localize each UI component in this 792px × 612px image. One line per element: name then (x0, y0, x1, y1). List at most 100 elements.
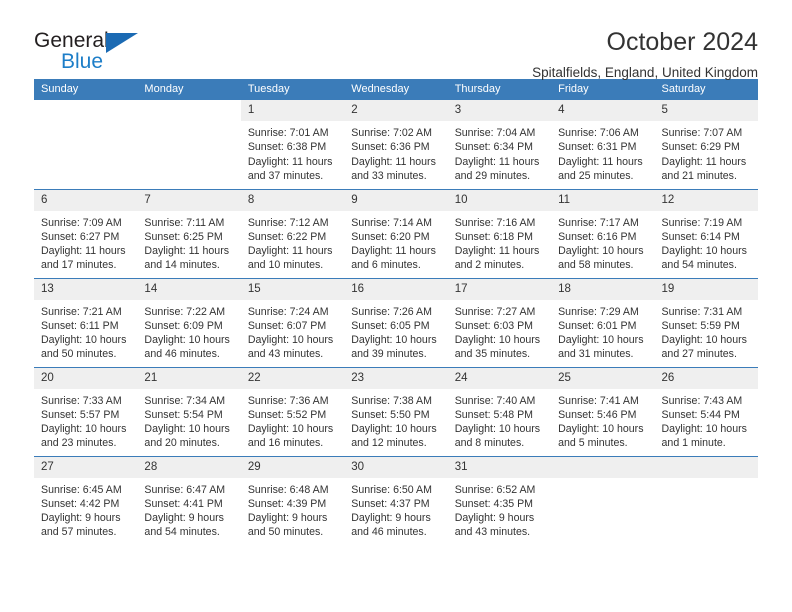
sunrise-time: Sunrise: 6:52 AM (454, 483, 536, 496)
calendar-day-cell[interactable]: 31 Sunrise: 6:52 AM Sunset: 4:35 PM Dayligh… (447, 455, 552, 545)
page-title: October 2024 (606, 28, 759, 56)
daylight-duration-line1: Daylight: 10 hours (41, 423, 127, 436)
calendar-body: 1 Sunrise: 7:01 AM Sunset: 6:38 PM Daylight… (34, 100, 758, 545)
calendar-day-cell[interactable]: 15 Sunrise: 7:24 AM Sunset: 6:07 PM Dayligh… (240, 277, 345, 367)
calendar-day-cell[interactable]: 13 Sunrise: 7:21 AM Sunset: 6:11 PM Dayligh… (34, 277, 138, 367)
sunset-time: Sunset: 6:07 PM (247, 319, 327, 332)
day-number: 9 (344, 189, 448, 211)
day-details: Sunrise: 7:19 AM Sunset: 6:14 PM Daylight:… (655, 211, 758, 273)
day-number: 22 (240, 367, 345, 389)
calendar-day-cell[interactable]: 27 Sunrise: 6:45 AM Sunset: 4:42 PM Dayligh… (34, 455, 138, 545)
day-details (34, 121, 137, 183)
weekday-thursday: Thursday (447, 79, 552, 100)
calendar-day-cell[interactable]: 14 Sunrise: 7:22 AM Sunset: 6:09 PM Dayligh… (137, 277, 241, 367)
calendar-day-cell[interactable]: 3 Sunrise: 7:04 AM Sunset: 6:34 PM Daylight… (447, 100, 552, 189)
day-details: Sunrise: 6:45 AM Sunset: 4:42 PM Daylight:… (34, 478, 137, 540)
daylight-duration-line1: Daylight: 11 hours (351, 155, 436, 168)
calendar-day-cell[interactable]: 4 Sunrise: 7:06 AM Sunset: 6:31 PM Daylight… (551, 100, 655, 189)
sunrise-time: Sunrise: 7:12 AM (247, 216, 329, 229)
daylight-duration-line2: and 27 minutes. (661, 348, 737, 361)
calendar-day-cell[interactable]: 25 Sunrise: 7:41 AM Sunset: 5:46 PM Dayligh… (551, 366, 655, 456)
calendar-cell-empty (137, 100, 241, 189)
calendar-week-row: 27 Sunrise: 6:45 AM Sunset: 4:42 PM Dayligh… (34, 455, 758, 545)
daylight-duration-line2: and 29 minutes. (454, 169, 531, 182)
calendar-day-cell[interactable]: 28 Sunrise: 6:47 AM Sunset: 4:41 PM Dayligh… (137, 455, 241, 545)
day-number: 2 (344, 100, 448, 121)
weekday-saturday: Saturday (654, 79, 758, 100)
daylight-duration-line1: Daylight: 10 hours (351, 423, 437, 436)
sunset-time: Sunset: 5:48 PM (454, 408, 534, 421)
daylight-duration-line2: and 25 minutes. (558, 169, 634, 182)
calendar-day-cell[interactable]: 12 Sunrise: 7:19 AM Sunset: 6:14 PM Dayligh… (654, 188, 758, 278)
day-details: Sunrise: 7:11 AM Sunset: 6:25 PM Daylight:… (137, 211, 240, 273)
sunrise-time: Sunrise: 7:14 AM (351, 216, 432, 229)
calendar-day-cell[interactable]: 24 Sunrise: 7:40 AM Sunset: 5:48 PM Dayligh… (447, 366, 552, 456)
sunset-time: Sunset: 5:54 PM (144, 408, 223, 421)
daylight-duration-line2: and 50 minutes. (247, 526, 324, 539)
calendar-day-cell[interactable]: 1 Sunrise: 7:01 AM Sunset: 6:38 PM Daylight… (240, 100, 345, 189)
calendar-day-cell[interactable]: 21 Sunrise: 7:34 AM Sunset: 5:54 PM Dayligh… (137, 366, 241, 456)
sunrise-time: Sunrise: 6:48 AM (247, 483, 329, 496)
sunset-time: Sunset: 4:41 PM (144, 497, 223, 510)
daylight-duration-line1: Daylight: 11 hours (144, 245, 230, 258)
sunset-time: Sunset: 4:35 PM (454, 497, 534, 510)
calendar-day-cell[interactable]: 17 Sunrise: 7:27 AM Sunset: 6:03 PM Dayligh… (447, 277, 552, 367)
sunrise-time: Sunrise: 7:16 AM (454, 216, 536, 229)
daylight-duration-line1: Daylight: 9 hours (144, 512, 224, 525)
daylight-duration-line2: and 37 minutes. (247, 169, 324, 182)
calendar-day-cell[interactable]: 23 Sunrise: 7:38 AM Sunset: 5:50 PM Dayligh… (344, 366, 448, 456)
day-number (654, 456, 758, 478)
calendar-day-cell[interactable]: 30 Sunrise: 6:50 AM Sunset: 4:37 PM Dayligh… (344, 455, 448, 545)
daylight-duration-line2: and 10 minutes. (247, 259, 324, 272)
daylight-duration-line1: Daylight: 10 hours (351, 334, 437, 347)
calendar-day-cell[interactable]: 22 Sunrise: 7:36 AM Sunset: 5:52 PM Dayligh… (240, 366, 345, 456)
day-number (551, 456, 655, 478)
calendar-day-cell[interactable]: 8 Sunrise: 7:12 AM Sunset: 6:22 PM Daylight… (240, 188, 345, 278)
calendar-day-cell[interactable]: 9 Sunrise: 7:14 AM Sunset: 6:20 PM Daylight… (344, 188, 448, 278)
daylight-duration-line2: and 33 minutes. (351, 169, 427, 182)
weekday-monday: Monday (137, 79, 241, 100)
weekday-wednesday: Wednesday (344, 79, 448, 100)
calendar-day-cell[interactable]: 2 Sunrise: 7:02 AM Sunset: 6:36 PM Daylight… (344, 100, 448, 189)
day-number: 14 (137, 278, 241, 300)
calendar-day-cell[interactable]: 10 Sunrise: 7:16 AM Sunset: 6:18 PM Dayligh… (447, 188, 552, 278)
daylight-duration-line2: and 50 minutes. (41, 348, 117, 361)
daylight-duration-line1: Daylight: 10 hours (454, 334, 541, 347)
calendar-day-cell[interactable]: 5 Sunrise: 7:07 AM Sunset: 6:29 PM Daylight… (654, 100, 758, 189)
calendar-week-row: 20 Sunrise: 7:33 AM Sunset: 5:57 PM Dayligh… (34, 366, 758, 456)
day-number: 24 (447, 367, 552, 389)
sunset-time: Sunset: 6:16 PM (558, 230, 637, 243)
calendar-day-cell[interactable]: 6 Sunrise: 7:09 AM Sunset: 6:27 PM Daylight… (34, 188, 138, 278)
calendar-day-cell[interactable]: 16 Sunrise: 7:26 AM Sunset: 6:05 PM Dayligh… (344, 277, 448, 367)
calendar-day-cell[interactable]: 18 Sunrise: 7:29 AM Sunset: 6:01 PM Dayligh… (551, 277, 655, 367)
sunrise-time: Sunrise: 7:24 AM (247, 305, 329, 318)
sunset-time: Sunset: 6:03 PM (454, 319, 534, 332)
day-details: Sunrise: 7:22 AM Sunset: 6:09 PM Daylight:… (137, 300, 240, 362)
calendar-day-cell[interactable]: 29 Sunrise: 6:48 AM Sunset: 4:39 PM Dayligh… (240, 455, 345, 545)
calendar-day-cell[interactable]: 11 Sunrise: 7:17 AM Sunset: 6:16 PM Dayligh… (551, 188, 655, 278)
brand-logo[interactable]: General Blue (34, 28, 154, 80)
day-number: 21 (137, 367, 241, 389)
calendar-day-cell[interactable]: 19 Sunrise: 7:31 AM Sunset: 5:59 PM Dayligh… (654, 277, 758, 367)
sunrise-time: Sunrise: 7:07 AM (661, 127, 743, 139)
sunrise-time: Sunrise: 7:02 AM (351, 127, 432, 139)
day-number: 11 (551, 189, 655, 211)
page-subtitle: Spitalfields, England, United Kingdom (532, 64, 758, 80)
triangle-logo-icon (106, 33, 138, 53)
calendar-day-cell[interactable]: 20 Sunrise: 7:33 AM Sunset: 5:57 PM Dayligh… (34, 366, 138, 456)
sunrise-time: Sunrise: 7:31 AM (661, 305, 743, 318)
day-details: Sunrise: 7:34 AM Sunset: 5:54 PM Daylight:… (137, 389, 240, 451)
calendar-day-cell[interactable]: 26 Sunrise: 7:43 AM Sunset: 5:44 PM Dayligh… (654, 366, 758, 456)
sunset-time: Sunset: 6:18 PM (454, 230, 534, 243)
day-details: Sunrise: 7:36 AM Sunset: 5:52 PM Daylight:… (241, 389, 344, 451)
daylight-duration-line2: and 39 minutes. (351, 348, 427, 361)
daylight-duration-line1: Daylight: 10 hours (661, 423, 747, 436)
daylight-duration-line1: Daylight: 11 hours (247, 155, 333, 168)
daylight-duration-line2: and 8 minutes. (454, 437, 525, 450)
calendar-day-cell[interactable]: 7 Sunrise: 7:11 AM Sunset: 6:25 PM Daylight… (137, 188, 241, 278)
daylight-duration-line1: Daylight: 9 hours (351, 512, 431, 525)
day-number: 18 (551, 278, 655, 300)
day-number: 8 (240, 189, 345, 211)
daylight-duration-line2: and 1 minute. (661, 437, 726, 450)
daylight-duration-line2: and 43 minutes. (454, 526, 531, 539)
